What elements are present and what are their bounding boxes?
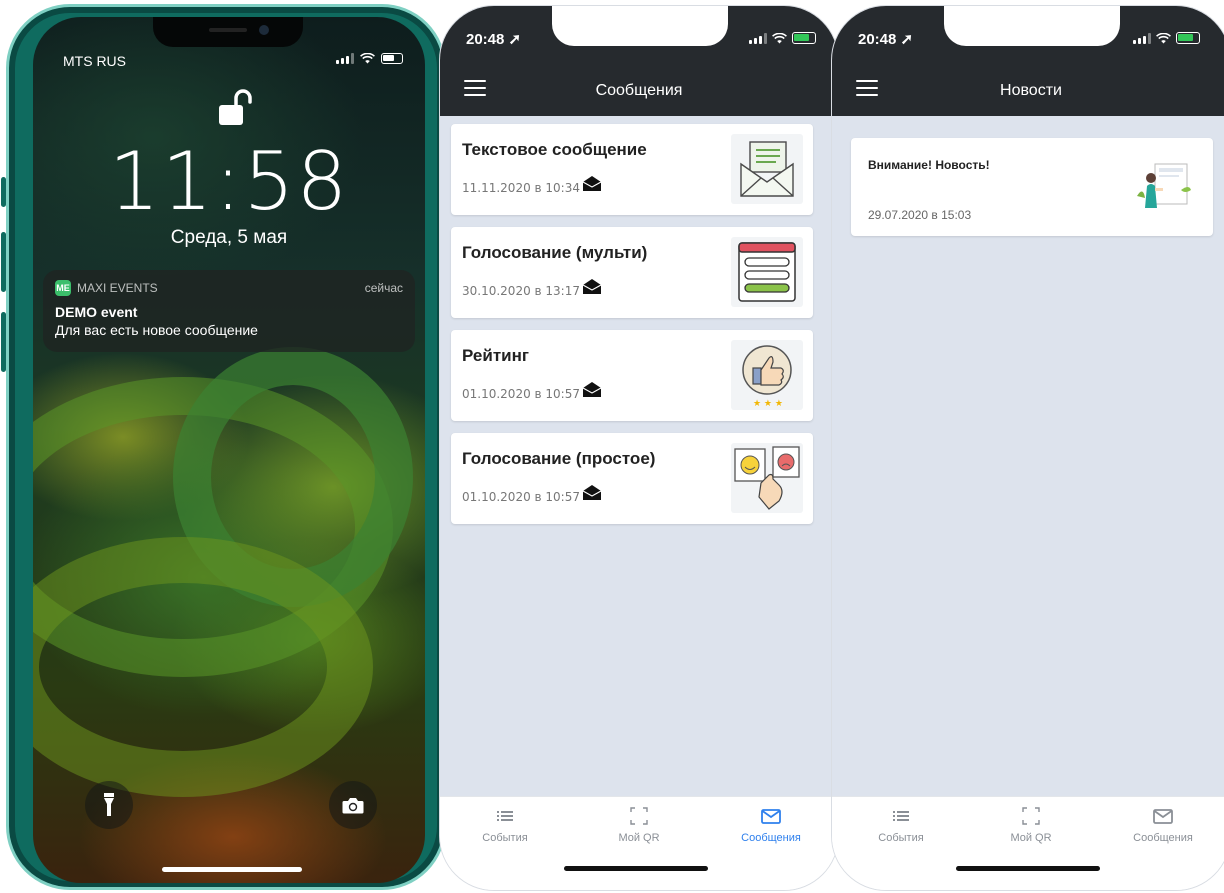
tab-messages[interactable]: Сообщения (716, 807, 826, 844)
tab-label: События (482, 832, 528, 844)
camera-button[interactable] (329, 781, 377, 829)
wifi-icon (360, 53, 375, 64)
notification-body: Для вас есть новое сообщение (55, 322, 258, 338)
signal-icon (336, 53, 354, 64)
flashlight-button[interactable] (85, 781, 133, 829)
speaker (209, 28, 247, 32)
tab-bar: События Мой QR Сообщения (440, 796, 838, 890)
lock-date: Среда, 5 мая (170, 227, 288, 248)
news-phone: 20:48 ➚ Новости Внимание! Новость! 29.07… (832, 6, 1224, 890)
notification-app-name: MAXI EVENTS (77, 281, 158, 295)
notch (944, 6, 1120, 46)
tab-events[interactable]: События (846, 807, 956, 844)
open-envelope-icon (582, 382, 602, 397)
message-card[interactable]: Голосование (простое) 01.10.2020 в 10:57 (451, 433, 813, 524)
notification-time: сейчас (364, 281, 403, 295)
message-card[interactable]: Голосование (мульти) 30.10.2020 в 13:17 (451, 227, 813, 318)
messages-phone: 20:48 ➚ Сообщения Текстовое сообщение 11… (440, 6, 838, 890)
lock-screen-phone: MTS RUS 11:58 Среда, 5 мая ME MAXI EVENT… (1, 4, 451, 890)
svg-text:★ ★ ★: ★ ★ ★ (753, 399, 783, 409)
news-card[interactable]: Внимание! Новость! 29.07.2020 в 15:03 (851, 138, 1213, 236)
message-date: 11.11.2020 в 10:34 (462, 181, 580, 195)
status-icons (336, 53, 403, 64)
tab-my-qr[interactable]: Мой QR (584, 807, 694, 844)
notification-header: ME MAXI EVENTS сейчас (55, 280, 403, 296)
open-envelope-icon (582, 485, 602, 500)
battery-charging-icon (792, 32, 816, 44)
notification-title: DEMO event (55, 304, 138, 320)
signal-icon (749, 32, 767, 44)
flashlight-icon (104, 793, 114, 816)
person-presenting-image (1135, 160, 1195, 216)
notch (552, 6, 728, 46)
tab-label: Сообщения (1133, 832, 1193, 844)
news-date: 29.07.2020 в 15:03 (868, 208, 972, 222)
status-icons (1133, 32, 1200, 44)
app-header: 20:48 ➚ Новости (832, 6, 1224, 116)
status-time: 20:48 ➚ (858, 31, 914, 48)
tab-label: События (878, 832, 924, 844)
mute-switch (1, 177, 6, 207)
home-indicator[interactable] (162, 867, 302, 872)
message-title: Текстовое сообщение (462, 140, 647, 159)
message-date: 01.10.2020 в 10:57 (462, 387, 580, 401)
app-header: 20:48 ➚ Сообщения (440, 6, 838, 116)
volume-up-button (1, 232, 6, 292)
app-logo-icon: ME (55, 280, 71, 296)
message-date: 30.10.2020 в 13:17 (462, 284, 580, 298)
wifi-icon (1156, 32, 1171, 43)
message-title: Рейтинг (462, 346, 529, 365)
camera-icon (342, 797, 364, 813)
letter-envelope-image (731, 134, 803, 204)
tab-label: Мой QR (618, 832, 660, 844)
multi-vote-form-image (731, 237, 803, 307)
tab-my-qr[interactable]: Мой QR (976, 807, 1086, 844)
message-date: 01.10.2020 в 10:57 (462, 490, 580, 504)
tab-bar: События Мой QR Сообщения (832, 796, 1224, 890)
messages-list: Текстовое сообщение 11.11.2020 в 10:34 Г… (440, 116, 838, 796)
battery-icon (381, 53, 403, 64)
home-indicator[interactable] (564, 866, 708, 871)
thumbs-up-rating-image: ★ ★ ★ (731, 340, 803, 410)
tab-events[interactable]: События (450, 807, 560, 844)
mail-icon (761, 809, 781, 824)
front-camera (259, 25, 269, 35)
status-icons (749, 32, 816, 44)
signal-icon (1133, 32, 1151, 44)
open-envelope-icon (582, 279, 602, 294)
notch (153, 17, 303, 47)
page-title: Новости (1000, 82, 1062, 99)
message-card[interactable]: Текстовое сообщение 11.11.2020 в 10:34 (451, 124, 813, 215)
tab-label: Сообщения (741, 832, 801, 844)
qr-frame-icon (630, 807, 648, 825)
status-time: 20:48 ➚ (466, 31, 522, 48)
qr-frame-icon (1022, 807, 1040, 825)
message-card[interactable]: Рейтинг 01.10.2020 в 10:57 ★ ★ ★ (451, 330, 813, 421)
open-envelope-icon (582, 176, 602, 191)
list-icon (497, 811, 513, 821)
lock-screen-wallpaper: MTS RUS 11:58 Среда, 5 мая ME MAXI EVENT… (33, 17, 425, 883)
message-title: Голосование (мульти) (462, 243, 648, 262)
home-indicator[interactable] (956, 866, 1100, 871)
tab-messages[interactable]: Сообщения (1108, 807, 1218, 844)
news-title: Внимание! Новость! (868, 158, 990, 172)
wifi-icon (772, 32, 787, 43)
tab-label: Мой QR (1010, 832, 1052, 844)
battery-charging-icon (1176, 32, 1200, 44)
page-title: Сообщения (595, 82, 683, 99)
simple-vote-faces-image (731, 443, 803, 513)
message-title: Голосование (простое) (462, 449, 656, 468)
push-notification[interactable]: ME MAXI EVENTS сейчас DEMO event Для вас… (43, 270, 415, 352)
unlocked-padlock-icon (219, 89, 252, 125)
carrier-label: MTS RUS (63, 53, 126, 69)
news-list: Внимание! Новость! 29.07.2020 в 15:03 (832, 116, 1224, 796)
list-icon (893, 811, 909, 821)
volume-down-button (1, 312, 6, 372)
mail-icon (1153, 809, 1173, 824)
lock-time: 11:58 (108, 135, 350, 228)
